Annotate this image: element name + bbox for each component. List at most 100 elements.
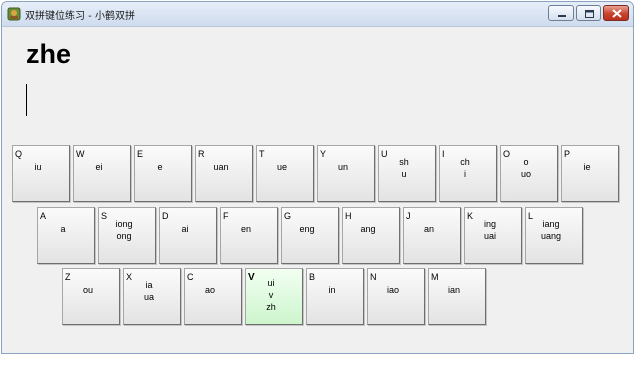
key-n[interactable]: Niao [367,268,425,325]
key-e[interactable]: Ee [134,145,192,202]
minimize-button[interactable] [548,5,574,21]
key-finals: ia ua [121,279,177,303]
key-y[interactable]: Yun [317,145,375,202]
key-finals: iang uang [523,218,579,242]
key-m[interactable]: Mian [428,268,486,325]
key-o[interactable]: Oo uo [500,145,558,202]
key-finals: ei [71,161,127,173]
key-finals: o uo [498,156,554,180]
key-final-label: eng [299,224,315,234]
key-finals: uan [193,161,249,173]
key-w[interactable]: Wei [73,145,131,202]
key-final-label: i [464,169,466,179]
key-final-label: iao [386,285,399,295]
key-letter: Q [15,149,23,159]
key-finals: ch i [437,156,493,180]
key-finals: an [401,223,457,235]
key-final-label: ong [116,231,132,241]
key-finals: ao [182,284,238,296]
key-letter: H [345,211,352,221]
key-letter: B [309,272,316,282]
key-letter: Y [320,149,327,159]
key-finals: in [304,284,360,296]
key-finals: ou [60,284,116,296]
key-final-label: o [523,157,529,167]
key-final-label: iong [115,219,133,229]
close-button[interactable] [603,5,629,21]
app-window: 双拼键位练习 - 小鹤双拼 zhe Qiu Wei Ee Ruan Tue Yun Ush u… [1,1,634,354]
key-letter: R [198,149,205,159]
key-final-label: v [268,290,274,300]
key-i[interactable]: Ich i [439,145,497,202]
window-title: 双拼键位练习 - 小鹤双拼 [25,11,135,22]
key-letter: M [431,272,439,282]
key-g[interactable]: Geng [281,207,339,264]
title-bar[interactable]: 双拼键位练习 - 小鹤双拼 [2,2,633,27]
key-v[interactable]: Vui v zh [245,268,303,325]
key-final-label: ou [82,285,93,295]
key-letter: F [223,211,229,221]
key-finals: ai [157,223,213,235]
key-letter: W [76,149,85,159]
key-finals: ing uai [462,218,518,242]
key-a[interactable]: Aa [37,207,95,264]
key-final-label: uai [483,231,496,241]
close-icon [612,9,622,18]
maximize-button[interactable] [576,5,601,21]
key-final-label: uo [520,169,531,179]
key-t[interactable]: Tue [256,145,314,202]
key-final-label: iu [34,162,42,172]
key-finals: sh u [376,156,432,180]
key-final-label: ing [483,219,496,229]
key-letter: C [187,272,194,282]
app-icon [7,7,21,21]
key-final-label: ao [204,285,215,295]
key-letter: D [162,211,169,221]
key-finals: a [35,223,91,235]
key-finals: en [218,223,274,235]
key-finals: un [315,161,371,173]
key-final-label: uan [213,162,229,172]
key-r[interactable]: Ruan [195,145,253,202]
key-final-label: zh [266,302,276,312]
key-finals: ang [340,223,396,235]
key-k[interactable]: King uai [464,207,522,264]
key-finals: iong ong [96,218,152,242]
key-final-label: u [401,169,407,179]
key-letter: P [564,149,571,159]
key-c[interactable]: Cao [184,268,242,325]
key-final-label: ie [583,162,591,172]
key-l[interactable]: Liang uang [525,207,583,264]
key-b[interactable]: Bin [306,268,364,325]
key-z[interactable]: Zou [62,268,120,325]
key-d[interactable]: Dai [159,207,217,264]
key-finals: eng [279,223,335,235]
key-j[interactable]: Jan [403,207,461,264]
key-letter: N [370,272,377,282]
key-finals: iu [10,161,66,173]
key-u[interactable]: Ush u [378,145,436,202]
key-letter: Z [65,272,71,282]
key-q[interactable]: Qiu [12,145,70,202]
key-h[interactable]: Hang [342,207,400,264]
key-letter: G [284,211,292,221]
input-caret[interactable] [26,84,27,116]
key-x[interactable]: Xia ua [123,268,181,325]
key-letter: E [137,149,144,159]
key-finals: iao [365,284,421,296]
key-final-label: in [328,285,336,295]
target-syllable: zhe [26,39,72,69]
key-finals: ian [426,284,482,296]
key-final-label: e [157,162,163,172]
key-final-label: ei [95,162,103,172]
key-finals: ue [254,161,310,173]
key-final-label: ch [460,157,470,167]
key-final-label: an [423,224,434,234]
key-s[interactable]: Siong ong [98,207,156,264]
key-final-label: ia [145,280,153,290]
key-f[interactable]: Fen [220,207,278,264]
key-p[interactable]: Pie [561,145,619,202]
key-final-label: ai [181,224,189,234]
key-final-label: un [337,162,348,172]
minimize-icon [558,15,566,17]
